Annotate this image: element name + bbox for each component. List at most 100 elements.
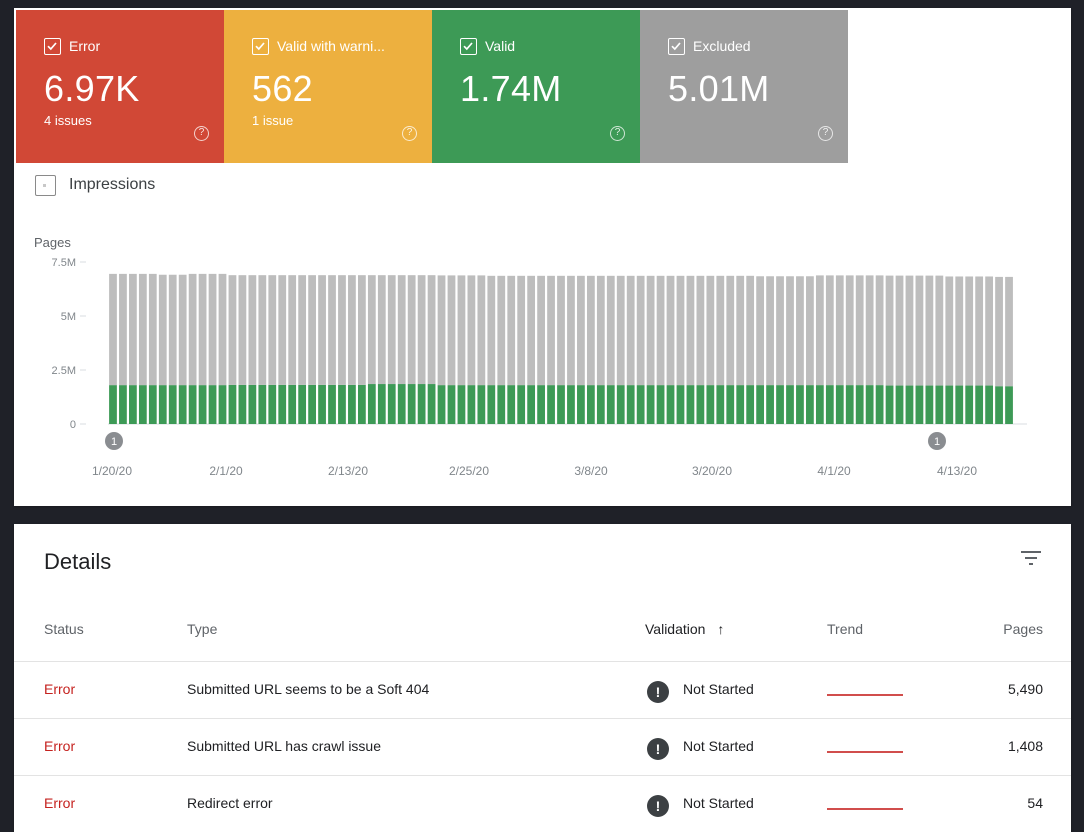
excluded-bar[interactable] bbox=[467, 275, 476, 386]
excluded-bar[interactable] bbox=[407, 275, 416, 385]
valid-bar[interactable] bbox=[875, 385, 884, 424]
valid-bar[interactable] bbox=[716, 385, 725, 424]
valid-bar[interactable] bbox=[208, 385, 217, 424]
valid-bar[interactable] bbox=[726, 385, 735, 424]
valid-bar[interactable] bbox=[736, 385, 745, 424]
valid-bar[interactable] bbox=[288, 384, 297, 424]
excluded-bar[interactable] bbox=[895, 275, 904, 386]
valid-bar[interactable] bbox=[188, 385, 197, 424]
valid-bar[interactable] bbox=[447, 385, 456, 424]
excluded-bar[interactable] bbox=[148, 273, 157, 386]
excluded-bar[interactable] bbox=[696, 275, 705, 386]
column-header-status[interactable]: Status bbox=[44, 621, 84, 637]
excluded-bar[interactable] bbox=[786, 276, 794, 386]
excluded-bar[interactable] bbox=[835, 275, 844, 386]
valid-bar[interactable] bbox=[746, 385, 755, 424]
excluded-bar[interactable] bbox=[188, 273, 197, 386]
excluded-bar[interactable] bbox=[995, 276, 1003, 387]
excluded-bar[interactable] bbox=[776, 276, 784, 386]
valid-bar[interactable] bbox=[845, 385, 854, 424]
valid-bar[interactable] bbox=[975, 385, 984, 424]
excluded-bar[interactable] bbox=[318, 275, 326, 385]
excluded-bar[interactable] bbox=[616, 275, 625, 386]
valid-bar[interactable] bbox=[198, 385, 207, 424]
excluded-bar[interactable] bbox=[547, 275, 555, 386]
excluded-bar[interactable] bbox=[806, 276, 814, 386]
valid-bar[interactable] bbox=[825, 385, 834, 424]
valid-bar[interactable] bbox=[148, 385, 157, 424]
excluded-bar[interactable] bbox=[875, 275, 884, 386]
excluded-bar[interactable] bbox=[557, 275, 565, 386]
valid-bar[interactable] bbox=[298, 384, 307, 424]
excluded-bar[interactable] bbox=[925, 275, 934, 386]
valid-bar[interactable] bbox=[696, 385, 705, 424]
excluded-bar[interactable] bbox=[198, 273, 207, 386]
help-icon[interactable]: ? bbox=[818, 126, 833, 141]
filter-icon[interactable] bbox=[1019, 549, 1043, 567]
excluded-bar[interactable] bbox=[109, 273, 117, 386]
valid-bar[interactable] bbox=[1005, 386, 1013, 424]
valid-bar[interactable] bbox=[407, 384, 416, 424]
excluded-bar[interactable] bbox=[178, 274, 187, 386]
excluded-bar[interactable] bbox=[268, 275, 277, 385]
valid-tile[interactable]: Valid 1.74M ? bbox=[432, 10, 640, 163]
valid-bar[interactable] bbox=[547, 385, 555, 424]
valid-bar[interactable] bbox=[278, 384, 287, 424]
excluded-bar[interactable] bbox=[298, 275, 307, 385]
excluded-bar[interactable] bbox=[636, 275, 645, 386]
help-icon[interactable]: ? bbox=[402, 126, 417, 141]
excluded-tile[interactable]: Excluded 5.01M ? bbox=[640, 10, 848, 163]
valid-bar[interactable] bbox=[158, 385, 167, 424]
valid-bar[interactable] bbox=[815, 385, 824, 424]
excluded-bar[interactable] bbox=[905, 275, 914, 386]
valid-bar[interactable] bbox=[915, 385, 924, 424]
checkbox-checked-icon[interactable] bbox=[252, 38, 269, 55]
valid-bar[interactable] bbox=[666, 385, 675, 424]
valid-bar[interactable] bbox=[557, 385, 565, 424]
excluded-bar[interactable] bbox=[208, 273, 217, 386]
excluded-bar[interactable] bbox=[746, 275, 755, 386]
help-icon[interactable]: ? bbox=[194, 126, 209, 141]
valid-bar[interactable] bbox=[437, 385, 446, 424]
error-tile[interactable]: Error 6.97K 4 issues ? bbox=[16, 10, 224, 163]
valid-bar[interactable] bbox=[895, 385, 904, 424]
valid-bar[interactable] bbox=[178, 385, 187, 424]
excluded-bar[interactable] bbox=[527, 275, 536, 386]
excluded-bar[interactable] bbox=[258, 275, 267, 385]
excluded-bar[interactable] bbox=[138, 273, 147, 386]
valid-bar[interactable] bbox=[218, 385, 227, 424]
column-header-validation[interactable]: Validation ↑ bbox=[645, 621, 724, 637]
valid-bar[interactable] bbox=[945, 385, 954, 424]
excluded-bar[interactable] bbox=[815, 275, 824, 386]
valid-bar[interactable] bbox=[318, 384, 326, 424]
excluded-bar[interactable] bbox=[965, 276, 974, 386]
excluded-bar[interactable] bbox=[716, 275, 725, 386]
valid-bar[interactable] bbox=[835, 385, 844, 424]
excluded-bar[interactable] bbox=[387, 275, 396, 385]
excluded-bar[interactable] bbox=[865, 275, 874, 386]
excluded-bar[interactable] bbox=[975, 276, 984, 386]
warning-tile[interactable]: Valid with warni... 562 1 issue ? bbox=[224, 10, 432, 163]
valid-bar[interactable] bbox=[348, 384, 356, 424]
excluded-bar[interactable] bbox=[427, 275, 436, 385]
excluded-bar[interactable] bbox=[567, 275, 575, 386]
checkbox-checked-icon[interactable] bbox=[44, 38, 61, 55]
excluded-bar[interactable] bbox=[348, 275, 356, 385]
valid-bar[interactable] bbox=[626, 385, 635, 424]
valid-bar[interactable] bbox=[686, 385, 695, 424]
excluded-bar[interactable] bbox=[417, 275, 426, 385]
valid-bar[interactable] bbox=[865, 385, 874, 424]
valid-bar[interactable] bbox=[646, 385, 655, 424]
valid-bar[interactable] bbox=[606, 385, 615, 424]
excluded-bar[interactable] bbox=[756, 276, 765, 386]
valid-bar[interactable] bbox=[338, 384, 346, 424]
table-row[interactable]: Error Submitted URL seems to be a Soft 4… bbox=[14, 661, 1071, 718]
valid-bar[interactable] bbox=[656, 385, 665, 424]
impressions-checkbox[interactable] bbox=[35, 175, 56, 196]
valid-bar[interactable] bbox=[885, 385, 894, 424]
excluded-bar[interactable] bbox=[646, 275, 655, 386]
valid-bar[interactable] bbox=[527, 385, 536, 424]
excluded-bar[interactable] bbox=[656, 275, 665, 386]
valid-bar[interactable] bbox=[855, 385, 864, 424]
excluded-bar[interactable] bbox=[358, 275, 366, 385]
